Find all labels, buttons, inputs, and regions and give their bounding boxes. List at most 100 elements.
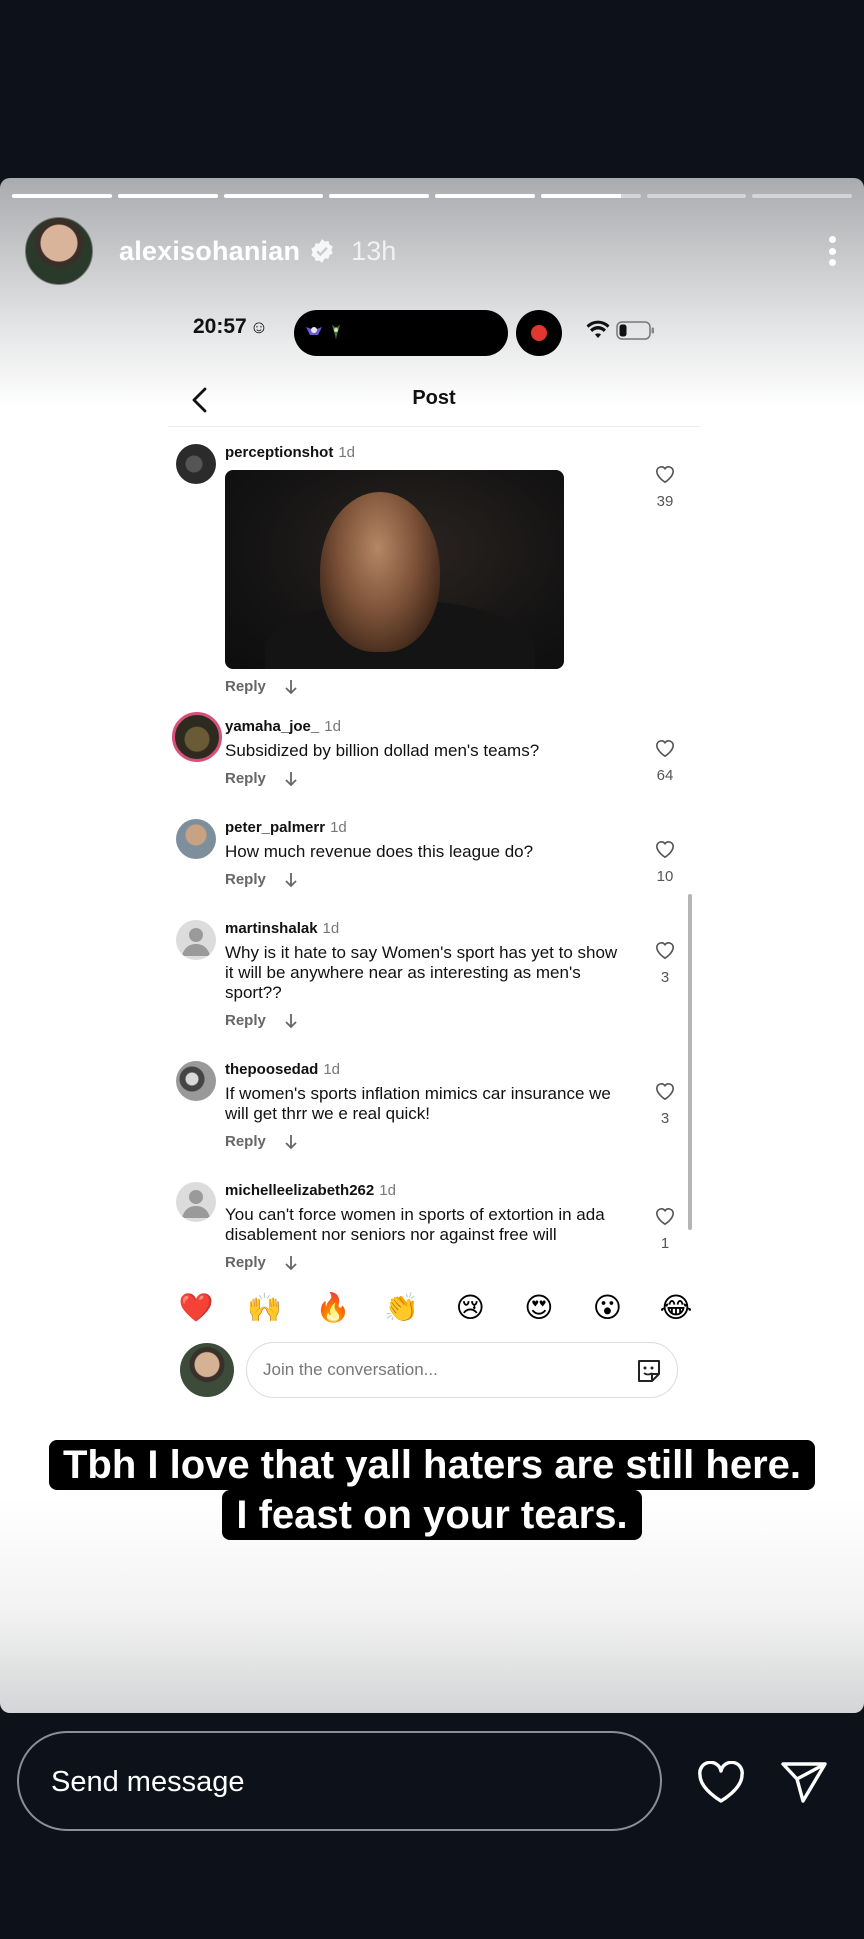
reaction-heart[interactable]: ❤️ bbox=[176, 1288, 216, 1328]
comment-time: 1d bbox=[323, 1061, 341, 1078]
translate-arrow-icon[interactable] bbox=[284, 872, 298, 888]
reaction-cry[interactable]: 😢 bbox=[450, 1288, 490, 1328]
like-control[interactable]: 64 bbox=[645, 738, 685, 784]
story-progress-segment bbox=[223, 194, 324, 198]
send-message-placeholder: Send message bbox=[51, 1766, 245, 1798]
commenter-username[interactable]: perceptionshot bbox=[225, 444, 333, 461]
composer-avatar bbox=[180, 1343, 234, 1397]
like-control[interactable]: 3 bbox=[645, 1081, 685, 1127]
commenter-avatar[interactable] bbox=[176, 819, 216, 859]
screenshot-content: 20:57 ☺ Post perceptionshot 1d Reply 39 … bbox=[168, 290, 700, 1415]
commenter-avatar[interactable] bbox=[172, 712, 222, 762]
translate-arrow-icon[interactable] bbox=[284, 1013, 298, 1029]
recording-indicator bbox=[516, 310, 562, 356]
phone-status-bar: 20:57 ☺ bbox=[168, 290, 700, 360]
story-reply-bar: Send message bbox=[0, 1713, 864, 1939]
reply-button[interactable]: Reply bbox=[225, 1012, 266, 1029]
heart-outline-icon[interactable] bbox=[654, 1206, 676, 1226]
translate-arrow-icon[interactable] bbox=[284, 679, 298, 695]
story-username[interactable]: alexisohanian bbox=[119, 236, 300, 267]
reply-button[interactable]: Reply bbox=[225, 678, 266, 695]
story-progress bbox=[12, 194, 852, 198]
story-caption: Tbh I love that yall haters are still he… bbox=[0, 1440, 864, 1540]
comment-gif[interactable] bbox=[225, 470, 564, 669]
default-avatar-icon bbox=[182, 1190, 210, 1218]
send-paper-plane-icon[interactable] bbox=[779, 1759, 829, 1805]
reaction-wow[interactable]: 😮 bbox=[587, 1288, 627, 1328]
reaction-laugh[interactable]: 😂 bbox=[656, 1288, 696, 1328]
translate-arrow-icon[interactable] bbox=[284, 1134, 298, 1150]
story-progress-segment bbox=[435, 194, 535, 198]
story-progress-segment bbox=[752, 194, 852, 198]
like-control[interactable]: 3 bbox=[645, 940, 685, 986]
comment-time: 1d bbox=[379, 1182, 396, 1199]
comment-text: If women's sports inflation mimics car i… bbox=[225, 1084, 611, 1123]
commenter-avatar[interactable] bbox=[176, 444, 216, 484]
story-time: 13h bbox=[351, 235, 397, 266]
default-avatar-icon bbox=[182, 928, 210, 956]
comment-input[interactable]: Join the conversation... bbox=[246, 1342, 678, 1398]
commenter-username[interactable]: peter_palmerr bbox=[225, 819, 325, 836]
comment-time: 1d bbox=[338, 444, 356, 461]
send-message-input[interactable]: Send message bbox=[17, 1731, 662, 1831]
story-card[interactable]: alexisohanian 13h 20:57 ☺ Post perceptio… bbox=[0, 178, 864, 1713]
heart-outline-icon[interactable] bbox=[654, 839, 676, 859]
caption-line-1: Tbh I love that yall haters are still he… bbox=[48, 1440, 816, 1490]
comment-text: Subsidized by billion dollad men's teams… bbox=[225, 741, 540, 760]
commenter-username[interactable]: thepoosedad bbox=[225, 1061, 318, 1078]
like-control[interactable]: 1 bbox=[645, 1206, 685, 1252]
comment-time: 1d bbox=[322, 920, 340, 937]
translate-arrow-icon[interactable] bbox=[284, 1255, 298, 1271]
like-control[interactable]: 39 bbox=[645, 464, 685, 510]
translate-arrow-icon[interactable] bbox=[284, 771, 298, 787]
verified-icon bbox=[311, 239, 333, 263]
heart-outline-icon[interactable] bbox=[654, 1081, 676, 1101]
story-progress-segment bbox=[117, 194, 218, 198]
reaction-raised-hands[interactable]: 🙌 bbox=[245, 1288, 285, 1328]
battery-icon bbox=[616, 321, 654, 340]
sticker-icon[interactable] bbox=[635, 1357, 663, 1385]
commenter-avatar[interactable] bbox=[176, 920, 216, 960]
reaction-bar: ❤️ 🙌 🔥 👏 😢 😍 😮 😂 bbox=[176, 1288, 696, 1328]
reaction-heart-eyes[interactable]: 😍 bbox=[519, 1288, 559, 1328]
reply-button[interactable]: Reply bbox=[225, 770, 266, 787]
reaction-fire[interactable]: 🔥 bbox=[313, 1288, 353, 1328]
like-heart-icon[interactable] bbox=[696, 1761, 746, 1805]
more-options-icon[interactable] bbox=[820, 231, 844, 271]
commenter-username[interactable]: yamaha_joe_ bbox=[225, 718, 319, 735]
story-progress-segment bbox=[540, 194, 641, 198]
comment-time: 1d bbox=[330, 819, 347, 836]
comment-time: 1d bbox=[324, 718, 341, 735]
story-avatar[interactable] bbox=[25, 217, 93, 285]
dynamic-island bbox=[294, 310, 508, 356]
comment-input-placeholder: Join the conversation... bbox=[263, 1360, 438, 1379]
comments-scrollbar[interactable] bbox=[688, 894, 692, 1230]
like-count: 10 bbox=[656, 868, 674, 885]
heart-outline-icon[interactable] bbox=[654, 464, 676, 484]
team-logos-icon bbox=[306, 324, 340, 340]
commenter-username[interactable]: michelleelizabeth262 bbox=[225, 1182, 374, 1199]
commenter-avatar[interactable] bbox=[176, 1182, 216, 1222]
post-navbar: Post bbox=[168, 375, 700, 427]
page-title: Post bbox=[412, 387, 456, 409]
heart-outline-icon[interactable] bbox=[654, 940, 676, 960]
reply-button[interactable]: Reply bbox=[225, 1254, 266, 1271]
reaction-clap[interactable]: 👏 bbox=[382, 1288, 422, 1328]
caption-line-2: I feast on your tears. bbox=[222, 1490, 642, 1540]
story-progress-segment bbox=[329, 194, 429, 198]
comment-composer: Join the conversation... bbox=[180, 1342, 692, 1398]
comment-text: You can't force women in sports of extor… bbox=[225, 1205, 605, 1244]
reply-button[interactable]: Reply bbox=[225, 871, 266, 888]
status-clock: 20:57 ☺ bbox=[193, 315, 269, 338]
comment-text: Why is it hate to say Women's sport has … bbox=[225, 943, 618, 1002]
heart-outline-icon[interactable] bbox=[654, 738, 676, 758]
like-control[interactable]: 10 bbox=[645, 839, 685, 885]
commenter-username[interactable]: martinshalak bbox=[225, 920, 318, 937]
like-count: 39 bbox=[656, 493, 674, 510]
like-count: 3 bbox=[660, 1110, 670, 1127]
story-header: alexisohanian 13h bbox=[25, 217, 844, 285]
reply-button[interactable]: Reply bbox=[225, 1133, 266, 1150]
like-count: 1 bbox=[660, 1235, 670, 1252]
commenter-avatar[interactable] bbox=[176, 1061, 216, 1101]
story-progress-segment bbox=[12, 194, 112, 198]
